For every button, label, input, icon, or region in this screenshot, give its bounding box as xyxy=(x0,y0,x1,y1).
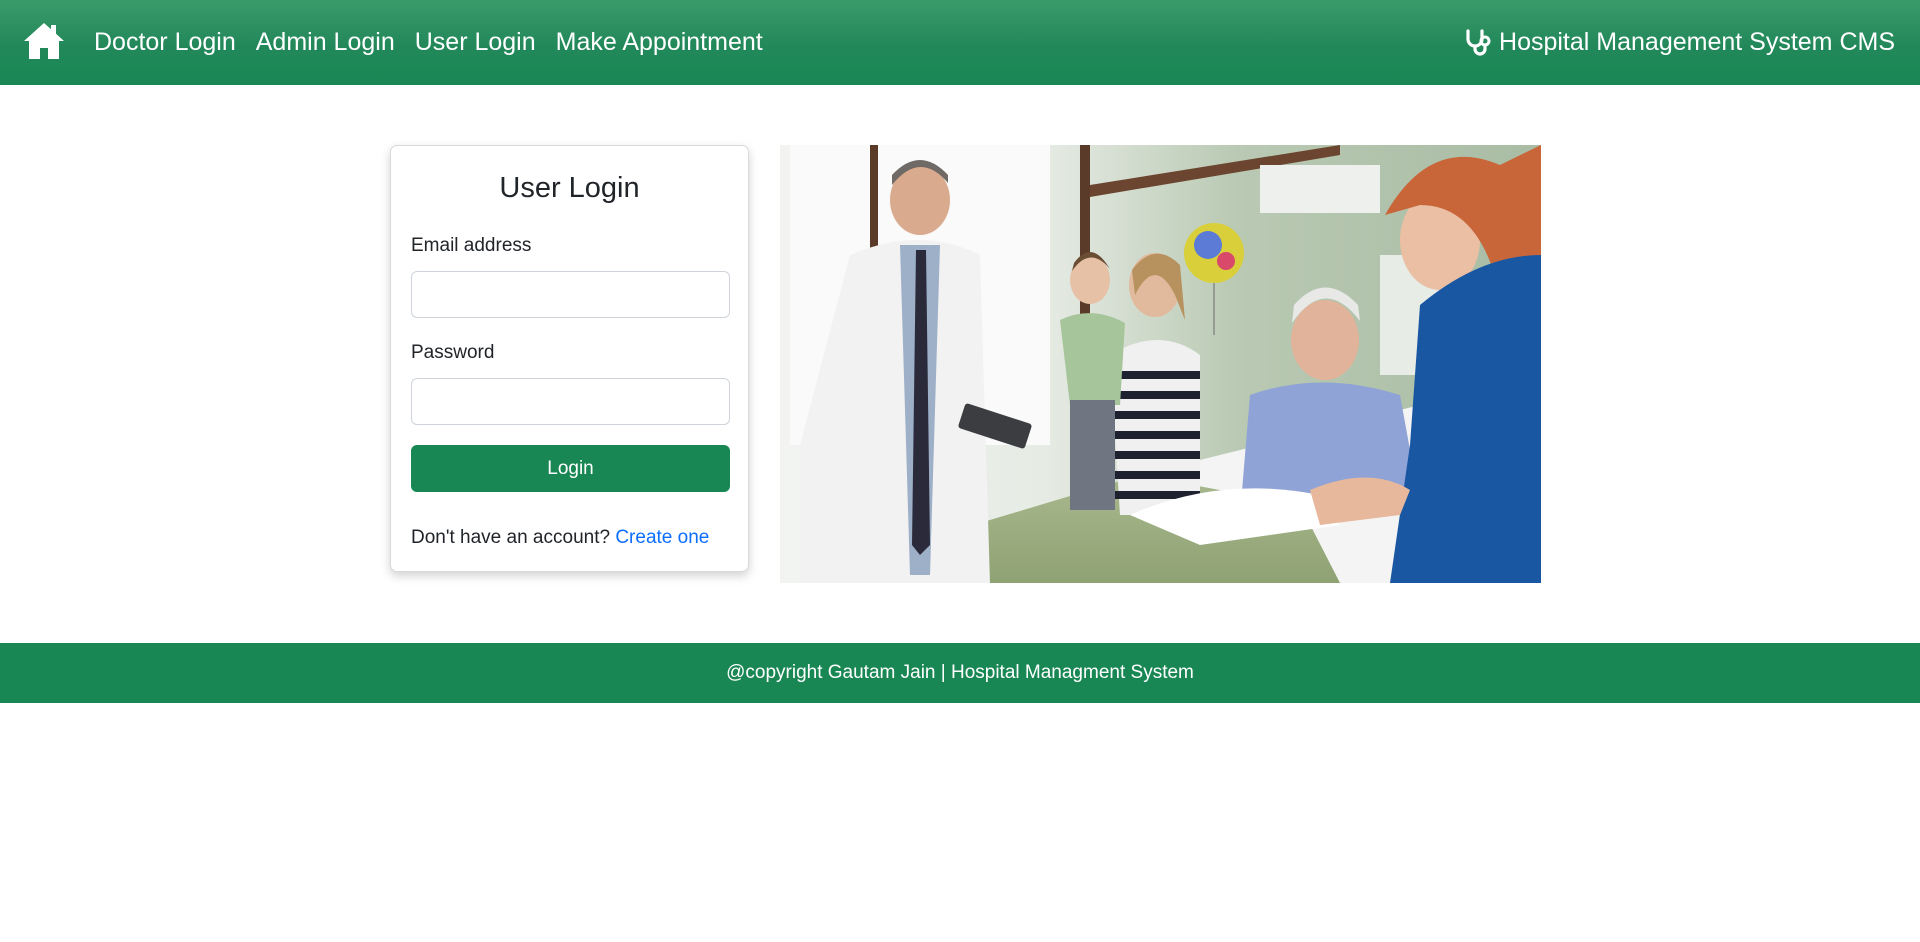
stethoscope-icon xyxy=(1466,28,1491,56)
nav-user-login[interactable]: User Login xyxy=(405,0,546,85)
home-link[interactable] xyxy=(23,22,65,60)
create-account-link[interactable]: Create one xyxy=(615,527,709,548)
footer: @copyright Gautam Jain | Hospital Managm… xyxy=(0,643,1920,703)
signup-prompt: Don't have an account? Create one xyxy=(411,527,709,549)
login-title: User Login xyxy=(499,172,640,204)
home-icon xyxy=(24,23,64,59)
password-field[interactable] xyxy=(411,378,730,425)
nav-admin-login[interactable]: Admin Login xyxy=(246,0,405,85)
hero-image xyxy=(780,145,1541,583)
footer-copyright: @copyright Gautam Jain | Hospital Managm… xyxy=(726,662,1194,683)
brand-title: Hospital Management System CMS xyxy=(1499,28,1895,56)
brand: Hospital Management System CMS xyxy=(1465,0,1895,85)
login-button[interactable]: Login xyxy=(411,445,730,492)
navbar: Doctor Login Admin Login User Login Make… xyxy=(0,0,1920,85)
email-label: Email address xyxy=(411,235,532,256)
nav-make-appointment[interactable]: Make Appointment xyxy=(546,0,773,85)
password-label: Password xyxy=(411,342,495,363)
nav-doctor-login[interactable]: Doctor Login xyxy=(84,0,246,85)
email-field[interactable] xyxy=(411,271,730,318)
login-card: User Login Email address Password Login … xyxy=(390,145,749,572)
nav-menu: Doctor Login Admin Login User Login Make… xyxy=(84,0,773,85)
signup-prompt-text: Don't have an account? xyxy=(411,527,611,548)
hospital-scene-illustration xyxy=(780,145,1541,583)
